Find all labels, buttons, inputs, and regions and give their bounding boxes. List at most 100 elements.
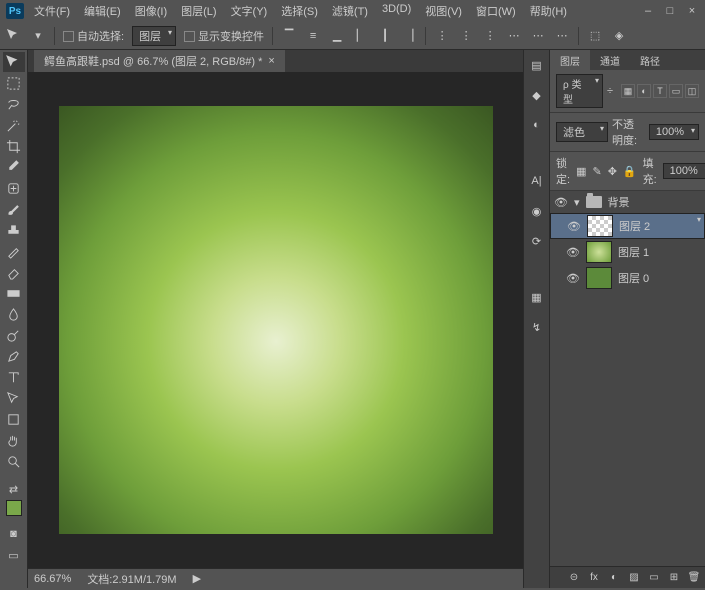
align-bottom-icon[interactable]: ▁ <box>329 28 345 44</box>
document-tab-close[interactable]: × <box>268 55 274 67</box>
visibility-icon[interactable]: 👁 <box>554 195 568 209</box>
crop-tool[interactable] <box>3 136 25 156</box>
filter-adjust-icon[interactable]: ◐ <box>637 84 651 98</box>
filter-kind-arrow[interactable]: ÷ <box>607 85 613 97</box>
menu-select[interactable]: 选择(S) <box>275 1 324 21</box>
mask-icon[interactable]: ◐ <box>607 571 621 585</box>
adjustment-icon[interactable]: ▨ <box>627 571 641 585</box>
panel-icon-history[interactable]: ⟳ <box>528 232 546 250</box>
align-top-icon[interactable]: ▔ <box>281 28 297 44</box>
status-arrow-icon[interactable]: ▶ <box>193 572 201 585</box>
dodge-tool[interactable] <box>3 325 25 345</box>
brush-tool[interactable] <box>3 199 25 219</box>
dropdown-icon[interactable]: ▾ <box>30 28 46 44</box>
distribute-top-icon[interactable]: ⋮ <box>434 28 450 44</box>
quickmask-icon[interactable]: ◙ <box>3 524 25 544</box>
history-brush-tool[interactable] <box>3 241 25 261</box>
menu-file[interactable]: 文件(F) <box>28 1 76 21</box>
wand-tool[interactable] <box>3 115 25 135</box>
panel-icon-adjust[interactable]: ◐ <box>528 116 546 134</box>
move-tool[interactable] <box>3 52 25 72</box>
filter-kind-select[interactable]: ρ 类型 <box>556 74 603 108</box>
hand-tool[interactable] <box>3 430 25 450</box>
distribute-vcenter-icon[interactable]: ⋮ <box>458 28 474 44</box>
layer-group[interactable]: 👁 ▾ 背景 <box>550 191 705 213</box>
3d-mode-icon[interactable]: ⬚ <box>587 28 603 44</box>
panel-icon-styles[interactable]: ◆ <box>528 86 546 104</box>
align-right-icon[interactable]: ▕ <box>401 28 417 44</box>
menu-edit[interactable]: 编辑(E) <box>78 1 127 21</box>
distribute-hcenter-icon[interactable]: ⋯ <box>530 28 546 44</box>
eyedropper-tool[interactable] <box>3 157 25 177</box>
group-icon[interactable]: ▭ <box>647 571 661 585</box>
menu-view[interactable]: 视图(V) <box>419 1 468 21</box>
document-tab[interactable]: 鳄鱼高跟鞋.psd @ 66.7% (图层 2, RGB/8#) * × <box>34 50 285 72</box>
menu-image[interactable]: 图像(I) <box>129 1 173 21</box>
panel-icon-info[interactable]: ▦ <box>528 288 546 306</box>
zoom-tool[interactable] <box>3 451 25 471</box>
auto-select-checkbox[interactable]: 自动选择: <box>63 28 124 44</box>
lock-pixel-icon[interactable]: ✎ <box>592 165 601 178</box>
eraser-tool[interactable] <box>3 262 25 282</box>
distribute-right-icon[interactable]: ⋯ <box>554 28 570 44</box>
layer-row[interactable]: 👁 图层 0 <box>550 265 705 291</box>
type-tool[interactable] <box>3 367 25 387</box>
fx-icon[interactable]: fx <box>587 571 601 585</box>
filter-shape-icon[interactable]: ▭ <box>669 84 683 98</box>
auto-select-target[interactable]: 图层 <box>132 26 176 46</box>
filter-smart-icon[interactable]: ◫ <box>685 84 699 98</box>
lasso-tool[interactable] <box>3 94 25 114</box>
tab-paths[interactable]: 路径 <box>630 50 670 71</box>
canvas[interactable] <box>59 106 493 534</box>
group-caret-icon[interactable]: ▾ <box>574 196 580 209</box>
menu-filter[interactable]: 滤镜(T) <box>326 1 374 21</box>
stamp-tool[interactable] <box>3 220 25 240</box>
show-transform-checkbox[interactable]: 显示变换控件 <box>184 28 264 44</box>
lock-pos-icon[interactable]: ✥ <box>608 165 617 178</box>
align-vcenter-icon[interactable]: ≡ <box>305 28 321 44</box>
menu-layer[interactable]: 图层(L) <box>175 1 222 21</box>
gradient-tool[interactable] <box>3 283 25 303</box>
delete-icon[interactable]: 🗑 <box>687 571 701 585</box>
fill-value[interactable]: 100% <box>663 163 705 179</box>
zoom-level[interactable]: 66.67% <box>34 573 71 585</box>
doc-info[interactable]: 文档:2.91M/1.79M <box>87 571 176 587</box>
foreground-swatch[interactable] <box>6 500 22 516</box>
menu-window[interactable]: 窗口(W) <box>470 1 522 21</box>
maximize-button[interactable]: □ <box>663 4 677 18</box>
visibility-icon[interactable]: 👁 <box>566 271 580 285</box>
heal-tool[interactable] <box>3 178 25 198</box>
close-button[interactable]: × <box>685 4 699 18</box>
visibility-icon[interactable]: 👁 <box>566 245 580 259</box>
color-swap-icon[interactable]: ⇄ <box>3 479 25 499</box>
panel-icon-char[interactable]: A| <box>528 172 546 190</box>
path-tool[interactable] <box>3 388 25 408</box>
3d-icons[interactable]: ◈ <box>611 28 627 44</box>
panel-icon-swatches[interactable]: ▤ <box>528 56 546 74</box>
link-layers-icon[interactable]: ⊝ <box>567 571 581 585</box>
minimize-button[interactable]: – <box>641 4 655 18</box>
visibility-icon[interactable]: 👁 <box>567 219 581 233</box>
shape-tool[interactable] <box>3 409 25 429</box>
lock-all-icon[interactable]: 🔒 <box>623 165 637 178</box>
layer-row[interactable]: 👁 图层 2 <box>550 213 705 239</box>
pen-tool[interactable] <box>3 346 25 366</box>
distribute-left-icon[interactable]: ⋯ <box>506 28 522 44</box>
lock-trans-icon[interactable]: ▦ <box>576 165 586 178</box>
menu-help[interactable]: 帮助(H) <box>524 1 573 21</box>
blend-mode-select[interactable]: 滤色 <box>556 122 608 142</box>
new-layer-icon[interactable]: ⊞ <box>667 571 681 585</box>
layer-row[interactable]: 👁 图层 1 <box>550 239 705 265</box>
panel-icon-color[interactable]: ◉ <box>528 202 546 220</box>
canvas-viewport[interactable] <box>28 72 523 568</box>
align-left-icon[interactable]: ▏ <box>353 28 369 44</box>
tab-layers[interactable]: 图层 <box>550 50 590 71</box>
panel-icon-brush[interactable]: ↯ <box>528 318 546 336</box>
filter-pixel-icon[interactable]: ▦ <box>621 84 635 98</box>
menu-type[interactable]: 文字(Y) <box>225 1 274 21</box>
blur-tool[interactable] <box>3 304 25 324</box>
opacity-value[interactable]: 100% <box>649 124 699 140</box>
distribute-bottom-icon[interactable]: ⋮ <box>482 28 498 44</box>
filter-type-icon[interactable]: T <box>653 84 667 98</box>
screenmode-icon[interactable]: ▭ <box>3 545 25 565</box>
